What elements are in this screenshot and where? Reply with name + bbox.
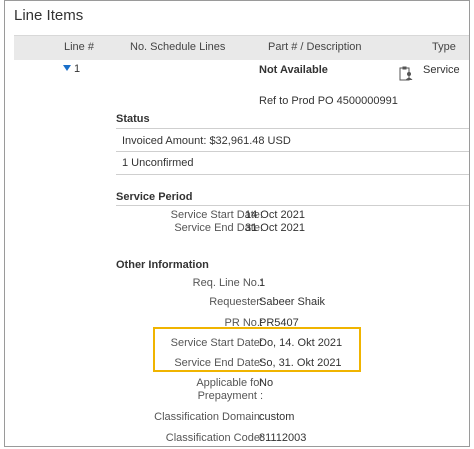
clipboard-person-icon[interactable] <box>399 66 413 81</box>
line-number[interactable]: 1 <box>74 63 80 75</box>
service-start-value: Do, 14. Okt 2021 <box>259 337 343 349</box>
item-type: Service <box>423 64 460 76</box>
service-start-value: 14 Oct 2021 <box>245 209 305 221</box>
service-end-value: 31 Oct 2021 <box>245 222 305 234</box>
prepayment-value: No <box>259 377 274 389</box>
classification-domain-value: custom <box>259 411 295 423</box>
req-line-label: Req. Line No.: <box>192 277 263 289</box>
prepayment-label-line2: Prepayment : <box>197 390 263 402</box>
invoiced-amount: Invoiced Amount: $32,961.48 USD <box>122 135 291 147</box>
unconfirmed-count: 1 Unconfirmed <box>122 157 194 169</box>
expand-collapse-icon[interactable] <box>63 65 71 71</box>
divider <box>116 151 469 152</box>
status-heading: Status <box>116 113 150 125</box>
classification-domain-label: Classification Domain: <box>154 411 263 423</box>
column-schedule-lines[interactable]: No. Schedule Lines <box>130 41 225 53</box>
table-header: Line # No. Schedule Lines Part # / Descr… <box>14 35 469 60</box>
requester-value: Sabeer Shaik <box>259 296 326 308</box>
service-end-label: Service End Date: <box>174 357 263 369</box>
requester-label: Requester: <box>209 296 263 308</box>
part-description: Not Available <box>259 64 328 76</box>
panel-title: Line Items <box>14 7 84 24</box>
divider <box>116 128 469 129</box>
classification-code-label: Classification Code: <box>165 432 263 444</box>
service-period-heading: Service Period <box>116 191 193 203</box>
reference-po: Ref to Prod PO 4500000991 <box>259 95 398 107</box>
req-line-value: 1 <box>259 277 266 289</box>
prepayment-label-line1: Applicable for <box>196 377 263 389</box>
divider <box>116 174 469 175</box>
line-items-panel: Line Items Line # No. Schedule Lines Par… <box>4 0 470 447</box>
other-info-heading: Other Information <box>116 259 209 271</box>
service-start-label: Service Start Date: <box>170 337 263 349</box>
divider <box>116 205 469 206</box>
column-line-number[interactable]: Line # <box>64 41 94 53</box>
column-part-description[interactable]: Part # / Description <box>268 41 362 53</box>
classification-code-value: 81112003 <box>259 432 307 444</box>
column-type[interactable]: Type <box>432 41 456 53</box>
service-end-value: So, 31. Okt 2021 <box>259 357 342 369</box>
